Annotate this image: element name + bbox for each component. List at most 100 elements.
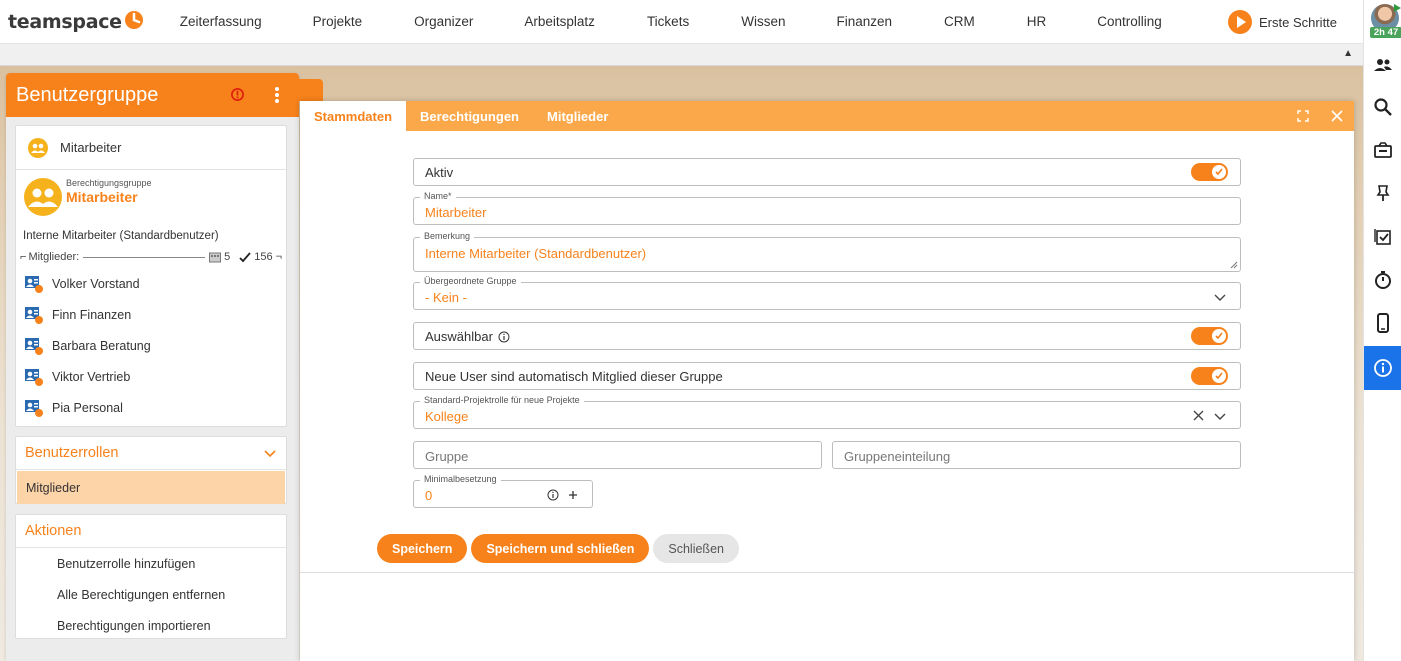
projektrolle-select[interactable]: Standard-Projektrolle für neue Projekte … bbox=[413, 395, 1241, 429]
group-title-row[interactable]: Mitarbeiter bbox=[16, 126, 286, 170]
bemerkung-value: Interne Mitarbeiter (Standardbenutzer) bbox=[425, 246, 647, 261]
list-item[interactable]: Pia Personal bbox=[16, 392, 286, 423]
name-field[interactable]: Name* Mitarbeiter bbox=[413, 191, 1241, 225]
check-icon bbox=[1215, 372, 1223, 380]
user-card-icon bbox=[25, 306, 43, 324]
check-icon bbox=[1215, 168, 1223, 176]
background-window-tab bbox=[299, 79, 323, 101]
count-a: 5 bbox=[224, 251, 231, 263]
minimalbesetzung-stepper[interactable]: Minimalbesetzung 0 bbox=[413, 474, 593, 508]
chevron-down-icon[interactable] bbox=[1214, 291, 1226, 303]
nav-crm[interactable]: CRM bbox=[944, 14, 975, 29]
teamspace-logo[interactable]: teamspace bbox=[8, 10, 144, 33]
play-icon bbox=[1228, 10, 1252, 34]
main-menu: Zeiterfassung Projekte Organizer Arbeits… bbox=[180, 14, 1162, 29]
subheader-strip: ▲ bbox=[0, 44, 1363, 66]
auswaehlbar-toggle[interactable] bbox=[1191, 327, 1228, 345]
erste-schritte-label: Erste Schritte bbox=[1259, 14, 1338, 30]
search-icon[interactable] bbox=[1364, 89, 1401, 125]
close-button[interactable]: Schließen bbox=[653, 534, 739, 563]
save-close-button[interactable]: Speichern und schließen bbox=[471, 534, 650, 563]
role-item-mitglieder[interactable]: Mitglieder bbox=[17, 471, 285, 504]
count-b: 156 bbox=[254, 251, 273, 263]
member-name: Finn Finanzen bbox=[52, 307, 132, 322]
minimal-label: Minimalbesetzung bbox=[420, 474, 501, 484]
action-remove-permissions[interactable]: Alle Berechtigungen entfernen bbox=[16, 579, 286, 610]
gruppe-input[interactable]: Gruppe bbox=[413, 441, 822, 469]
bemerkung-field[interactable]: Bemerkung Interne Mitarbeiter (Standardb… bbox=[413, 231, 1241, 272]
roles-card: Benutzerrollen Mitglieder bbox=[15, 436, 287, 504]
nav-wissen[interactable]: Wissen bbox=[741, 14, 785, 29]
benutzergruppe-panel: Benutzergruppe Mitarbeiter Berechtigungs… bbox=[6, 73, 299, 661]
collapse-up-icon[interactable]: ▲ bbox=[1343, 48, 1353, 59]
alert-icon[interactable] bbox=[230, 87, 245, 102]
action-add-role[interactable]: Benutzerrolle hinzufügen bbox=[16, 548, 286, 579]
info-icon[interactable] bbox=[1364, 346, 1401, 390]
action-import-permissions[interactable]: Berechtigungen importieren bbox=[16, 610, 286, 641]
group-large-icon bbox=[24, 178, 62, 216]
name-value: Mitarbeiter bbox=[425, 205, 487, 220]
auswaehlbar-label: Auswählbar bbox=[425, 329, 493, 344]
auto-member-toggle[interactable] bbox=[1191, 367, 1228, 385]
maximize-icon[interactable] bbox=[1296, 109, 1310, 123]
nav-zeiterfassung[interactable]: Zeiterfassung bbox=[180, 14, 262, 29]
actions-title: Aktionen bbox=[25, 523, 82, 539]
tasks-icon[interactable] bbox=[1364, 219, 1401, 255]
nav-projekte[interactable]: Projekte bbox=[313, 14, 363, 29]
save-button[interactable]: Speichern bbox=[377, 534, 468, 563]
tab-berechtigungen[interactable]: Berechtigungen bbox=[406, 101, 533, 131]
nav-arbeitsplatz[interactable]: Arbeitsplatz bbox=[524, 14, 595, 29]
nav-hr[interactable]: HR bbox=[1027, 14, 1047, 29]
members-counts: 5 156 ¬ bbox=[209, 251, 282, 263]
members-label: Mitglieder: bbox=[28, 251, 80, 263]
timer-badge[interactable]: 2h 47 bbox=[1370, 27, 1401, 38]
roles-header[interactable]: Benutzerrollen bbox=[16, 437, 286, 470]
nav-organizer[interactable]: Organizer bbox=[414, 14, 473, 29]
aktiv-toggle[interactable] bbox=[1191, 163, 1228, 181]
group-icon bbox=[28, 137, 48, 158]
inbox-icon[interactable] bbox=[1364, 132, 1401, 168]
logo-mark-icon bbox=[124, 10, 143, 29]
pin-icon[interactable] bbox=[1364, 175, 1401, 211]
tab-stammdaten[interactable]: Stammdaten bbox=[300, 101, 407, 131]
tab-mitglieder[interactable]: Mitglieder bbox=[533, 101, 622, 131]
resize-handle-icon[interactable] bbox=[1230, 261, 1238, 269]
nav-finanzen[interactable]: Finanzen bbox=[836, 14, 892, 29]
member-list: Volker Vorstand Finn Finanzen Barbara Be… bbox=[16, 268, 286, 423]
gruppeneinteilung-input[interactable]: Gruppeneinteilung bbox=[832, 441, 1241, 469]
logo-text: teamspace bbox=[8, 10, 122, 33]
check-icon bbox=[239, 251, 251, 262]
members-divider bbox=[83, 256, 206, 258]
plus-icon[interactable] bbox=[568, 490, 578, 500]
nav-tickets[interactable]: Tickets bbox=[647, 14, 689, 29]
people-icon[interactable] bbox=[1364, 47, 1401, 83]
group-info: Berechtigungsgruppe Mitarbeiter bbox=[16, 170, 286, 226]
member-name: Volker Vorstand bbox=[52, 276, 140, 291]
stopwatch-icon[interactable] bbox=[1364, 262, 1401, 298]
user-card-icon bbox=[25, 275, 43, 293]
panel-header: Benutzergruppe bbox=[6, 73, 299, 117]
more-vertical-icon[interactable] bbox=[274, 86, 280, 104]
member-name: Viktor Vertrieb bbox=[52, 369, 131, 384]
info-icon[interactable] bbox=[498, 331, 510, 343]
nav-controlling[interactable]: Controlling bbox=[1097, 14, 1162, 29]
info-icon[interactable] bbox=[547, 489, 559, 501]
dialog-tabbar: Stammdaten Berechtigungen Mitglieder bbox=[300, 101, 1354, 131]
list-item[interactable]: Volker Vorstand bbox=[16, 268, 286, 299]
user-card-icon bbox=[25, 337, 43, 355]
chevron-down-icon[interactable] bbox=[264, 447, 276, 459]
right-sidebar: 2h 47 bbox=[1363, 0, 1401, 661]
list-item[interactable]: Finn Finanzen bbox=[16, 299, 286, 330]
erste-schritte-button[interactable]: Erste Schritte bbox=[1228, 10, 1337, 34]
parent-group-select[interactable]: Übergeordnete Gruppe - Kein - bbox=[413, 276, 1241, 310]
close-icon[interactable] bbox=[1330, 109, 1344, 123]
mobile-icon[interactable] bbox=[1364, 305, 1401, 341]
list-item[interactable]: Barbara Beratung bbox=[16, 330, 286, 361]
clear-icon[interactable] bbox=[1193, 410, 1204, 421]
actions-header: Aktionen bbox=[16, 515, 286, 548]
chevron-down-icon[interactable] bbox=[1214, 410, 1226, 422]
auto-member-label: Neue User sind automatisch Mitglied dies… bbox=[425, 369, 723, 384]
user-card-icon bbox=[25, 368, 43, 386]
projektrolle-label: Standard-Projektrolle für neue Projekte bbox=[420, 395, 584, 405]
list-item[interactable]: Viktor Vertrieb bbox=[16, 361, 286, 392]
